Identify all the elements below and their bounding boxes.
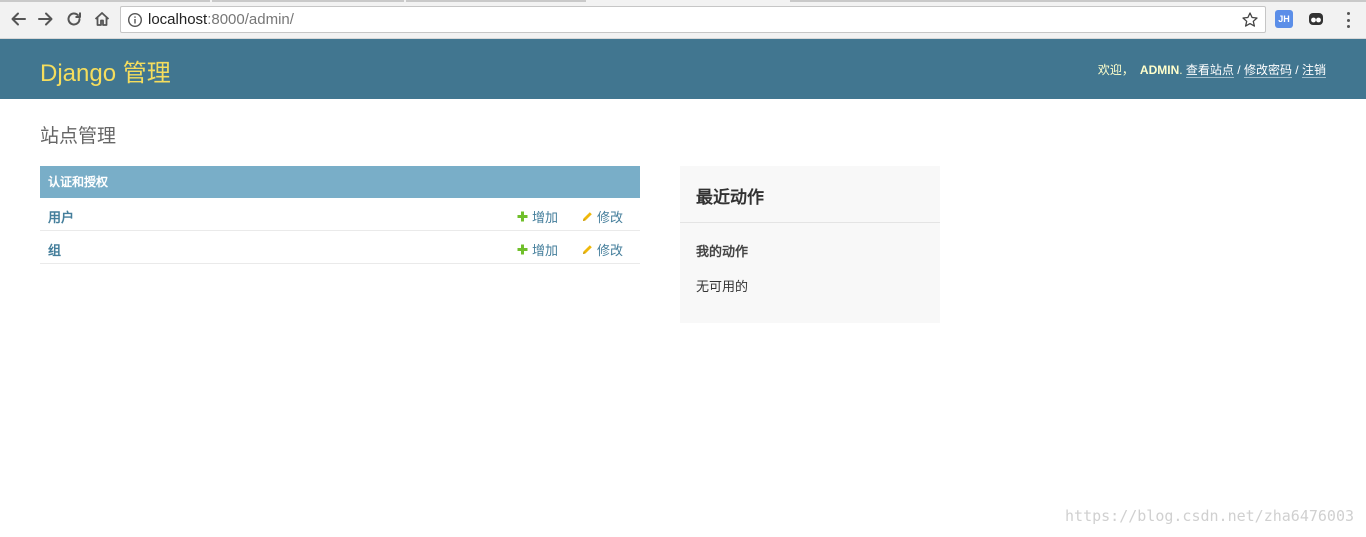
reload-button[interactable] <box>63 8 85 30</box>
back-arrow-icon <box>11 12 26 26</box>
back-button[interactable] <box>7 8 29 30</box>
bookmark-star-icon[interactable] <box>1241 11 1259 29</box>
forward-arrow-icon <box>38 12 53 26</box>
no-actions-text: 无可用的 <box>696 280 749 295</box>
address-bar[interactable]: localhost:8000/admin/ <box>120 6 1266 33</box>
plus-icon <box>517 211 528 222</box>
ghost-extension-icon[interactable] <box>1307 10 1325 28</box>
model-link-groups[interactable]: 组 <box>48 240 61 259</box>
table-row: 用户 增加 修改 <box>40 198 640 231</box>
my-actions-heading: 我的动作 <box>696 245 749 260</box>
reload-icon <box>67 12 81 26</box>
module-caption[interactable]: 认证和授权 <box>40 166 640 198</box>
home-icon <box>94 12 110 26</box>
home-button[interactable] <box>91 8 113 30</box>
forward-button[interactable] <box>35 8 57 30</box>
welcome-text: 欢迎， <box>1097 63 1134 77</box>
watermark: https://blog.csdn.net/zha6476003 <box>1065 507 1354 525</box>
user-tools: 欢迎， ADMIN. 查看站点 / 修改密码 / 注销 <box>1097 63 1326 78</box>
change-group-button[interactable]: 修改 <box>582 240 623 259</box>
page-title: 站点管理 <box>40 125 117 147</box>
tab-strip <box>0 0 1366 2</box>
pencil-icon <box>583 212 592 221</box>
logout-link[interactable]: 注销 <box>1301 63 1326 78</box>
jh-extension-icon[interactable]: JH <box>1275 10 1293 28</box>
url-text: localhost:8000/admin/ <box>148 11 294 28</box>
change-user-button[interactable]: 修改 <box>582 207 623 226</box>
admin-header: Django 管理 欢迎， ADMIN. 查看站点 / 修改密码 / 注销 <box>0 39 1366 99</box>
model-link-users[interactable]: 用户 <box>48 207 74 226</box>
change-password-link[interactable]: 修改密码 <box>1243 63 1292 78</box>
divider <box>680 222 940 223</box>
plus-icon <box>517 244 528 255</box>
add-user-button[interactable]: 增加 <box>517 207 558 226</box>
username: ADMIN <box>1139 63 1180 77</box>
site-branding[interactable]: Django 管理 <box>40 53 171 88</box>
recent-actions-title: 最近动作 <box>696 188 764 208</box>
add-group-button[interactable]: 增加 <box>517 240 558 259</box>
recent-actions-panel: 最近动作 我的动作 无可用的 <box>680 166 940 323</box>
browser-menu-icon[interactable] <box>1340 10 1356 30</box>
app-module-auth: 认证和授权 用户 增加 修改 组 增加 修改 <box>40 166 640 264</box>
view-site-link[interactable]: 查看站点 <box>1185 63 1234 78</box>
browser-toolbar: localhost:8000/admin/ JH <box>0 0 1366 39</box>
pencil-icon <box>583 245 592 254</box>
table-row: 组 增加 修改 <box>40 231 640 264</box>
info-icon[interactable] <box>127 12 143 28</box>
